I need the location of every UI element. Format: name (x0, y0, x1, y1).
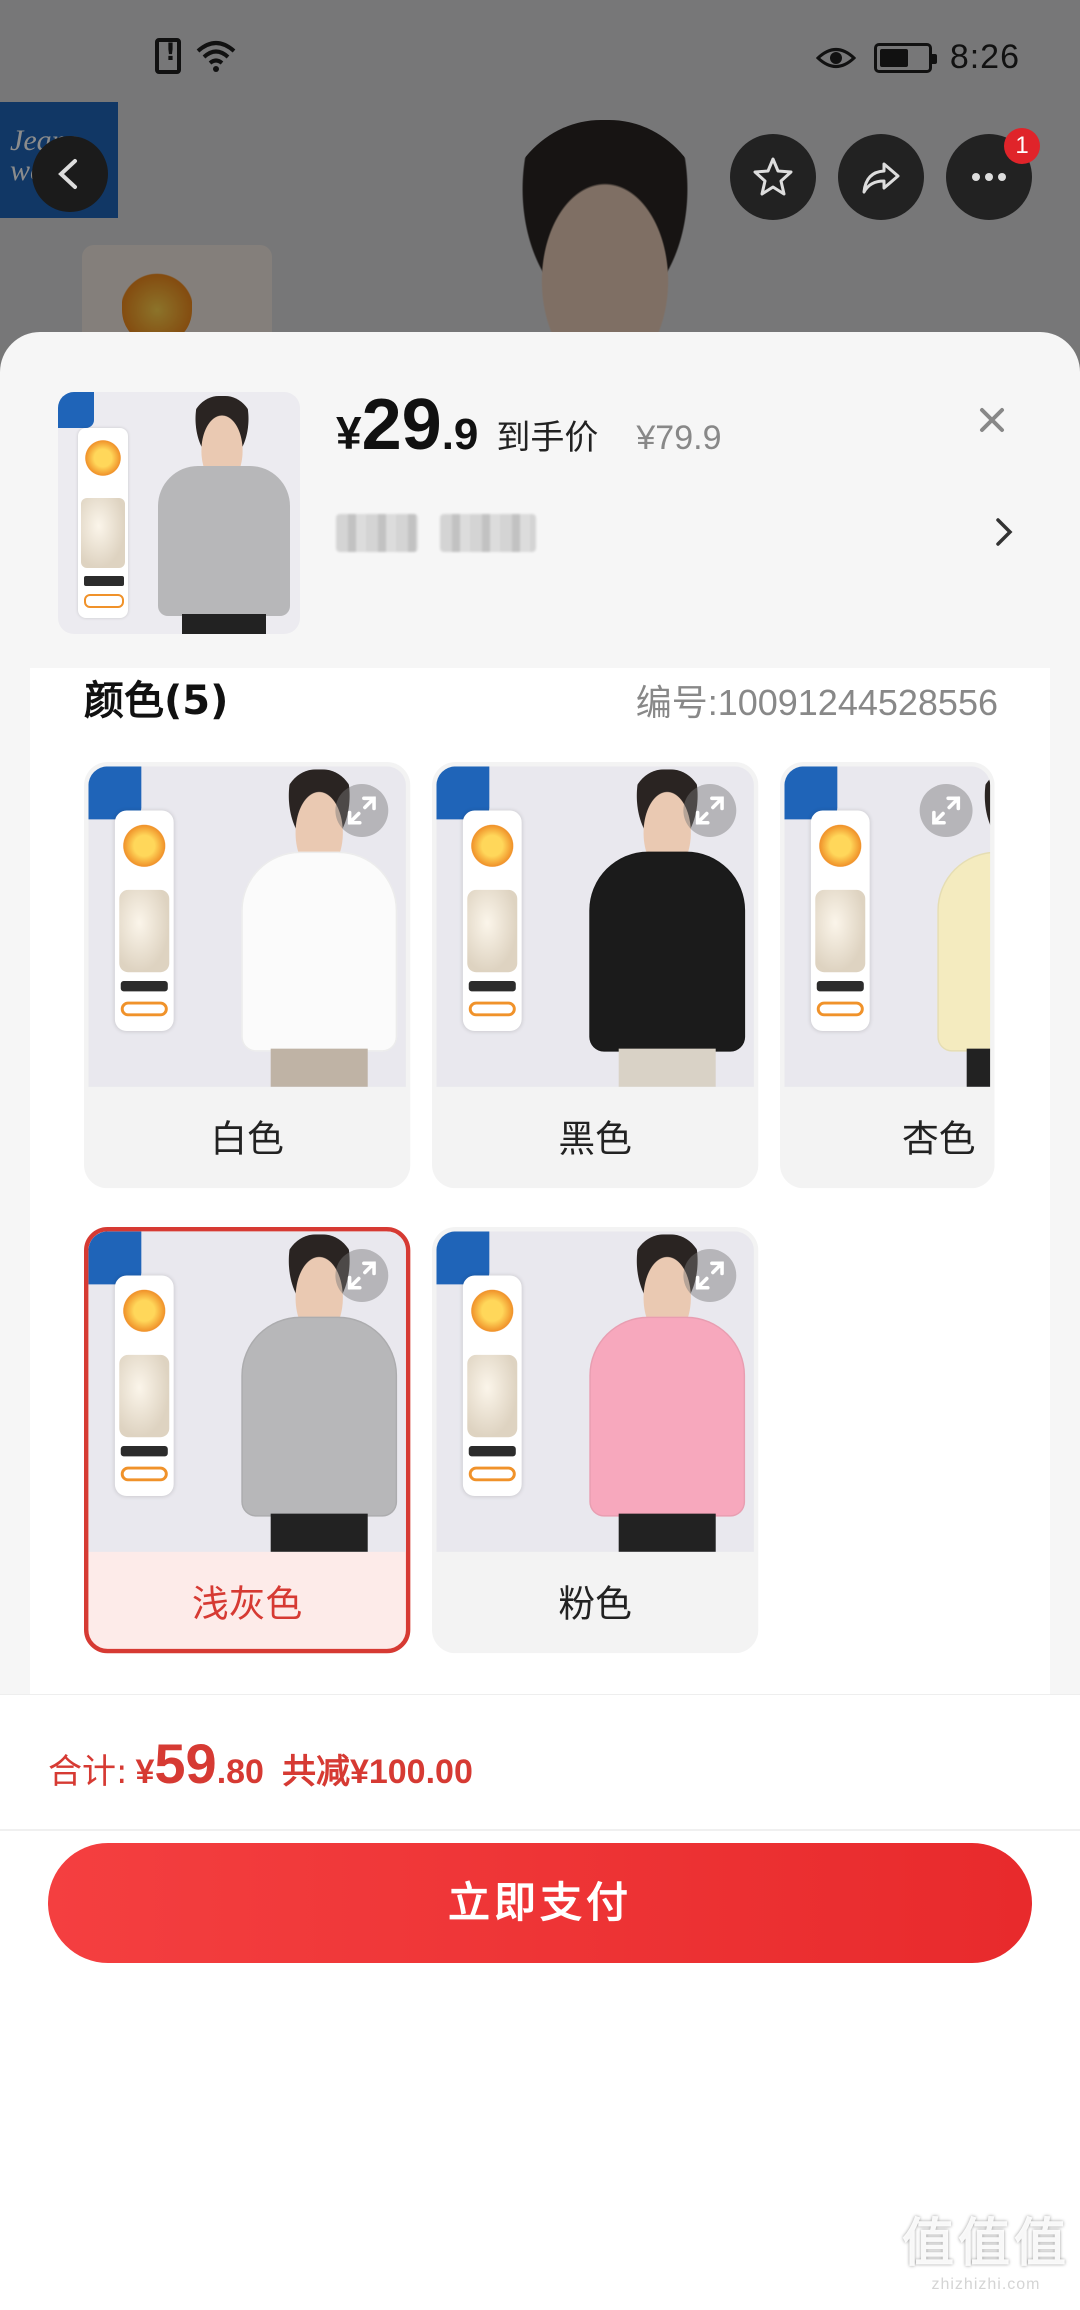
wifi-icon (196, 41, 236, 72)
color-option-label: 粉色 (558, 1582, 632, 1626)
promo-badge (78, 428, 128, 618)
total-label: 合计: (48, 1752, 128, 1792)
promo-badge (462, 1275, 522, 1497)
expand-icon[interactable] (919, 784, 973, 837)
color-option-photo (436, 1231, 754, 1552)
color-option-label: 白色 (210, 1117, 284, 1161)
product-thumbnail[interactable] (58, 392, 300, 634)
site-watermark: 值值值 zhizhizhi.com (902, 2201, 1070, 2294)
clock: 8:26 (949, 38, 1020, 76)
watermark-logo: 值值值 (901, 2214, 1070, 2274)
favorite-button[interactable] (730, 134, 816, 220)
color-section-title: 颜色(5) (84, 678, 229, 724)
color-option-photo (784, 766, 991, 1087)
total-currency: ¥ (135, 1753, 155, 1791)
product-code: 编号:10091244528556 (635, 682, 998, 723)
model-photo (154, 392, 294, 634)
color-option-label: 浅灰色 (192, 1582, 303, 1626)
checkout-footer: 合计: ¥ 59 .80 共减¥100.00 立即支付 值值值 zhizhizh… (0, 1694, 1080, 2310)
color-option[interactable]: 浅灰色 (84, 1227, 411, 1654)
color-option[interactable]: 白色 (84, 762, 411, 1189)
chevron-right-icon[interactable] (992, 512, 1016, 552)
watermark-url: zhizhizhi.com (931, 2276, 1041, 2293)
divider (0, 1829, 1080, 1831)
expand-icon[interactable] (335, 784, 389, 837)
color-option-label: 杏色 (901, 1117, 976, 1161)
pay-now-button[interactable]: 立即支付 (48, 1843, 1032, 1963)
promo-badge (462, 810, 522, 1032)
total-integer: 59 (154, 1732, 217, 1795)
close-icon[interactable] (970, 398, 1014, 442)
color-option[interactable]: 杏色 (780, 762, 995, 1189)
promo-badge (114, 810, 174, 1032)
share-icon (862, 162, 900, 194)
expand-icon[interactable] (683, 1249, 737, 1302)
final-price-label: 到手价 (496, 418, 599, 458)
sim-alert-icon (155, 38, 181, 74)
chevron-left-icon (58, 159, 77, 189)
notification-badge: 1 (1004, 128, 1040, 164)
battery-icon (873, 42, 937, 73)
color-option[interactable]: 粉色 (432, 1227, 759, 1654)
total-row: 合计: ¥ 59 .80 共减¥100.00 (48, 1731, 473, 1796)
price-currency: ¥ (336, 407, 362, 459)
price-row: ¥ 29 .9 到手价 ¥79.9 (336, 384, 721, 466)
total-discount: 共减¥100.00 (281, 1753, 473, 1791)
promo-badge (114, 1275, 174, 1497)
eye-comfort-icon (815, 47, 856, 68)
color-option-label: 黑色 (558, 1117, 632, 1161)
more-button[interactable]: 1 (946, 128, 1040, 220)
promo-badge (810, 810, 870, 1032)
expand-icon[interactable] (683, 784, 737, 837)
status-bar: 8:26 (0, 0, 1080, 110)
original-price: ¥79.9 (636, 419, 722, 457)
brand-mini-logo (58, 392, 94, 428)
price-decimal: .9 (441, 410, 479, 459)
total-decimal: .80 (216, 1753, 264, 1791)
selected-spec-redacted (336, 514, 536, 552)
color-option-photo (436, 766, 754, 1087)
expand-icon[interactable] (335, 1249, 389, 1302)
back-button[interactable] (32, 136, 108, 212)
color-option[interactable]: 黑色 (432, 762, 759, 1189)
star-icon (753, 157, 793, 196)
share-button[interactable] (838, 134, 924, 220)
price-integer: 29 (361, 385, 442, 465)
more-dots-icon (972, 173, 1006, 181)
color-option-photo (88, 1231, 406, 1552)
color-option-photo (88, 766, 406, 1087)
sku-selector-sheet: ¥ 29 .9 到手价 ¥79.9 颜色(5) 编号:1009124452855… (0, 332, 1080, 2310)
